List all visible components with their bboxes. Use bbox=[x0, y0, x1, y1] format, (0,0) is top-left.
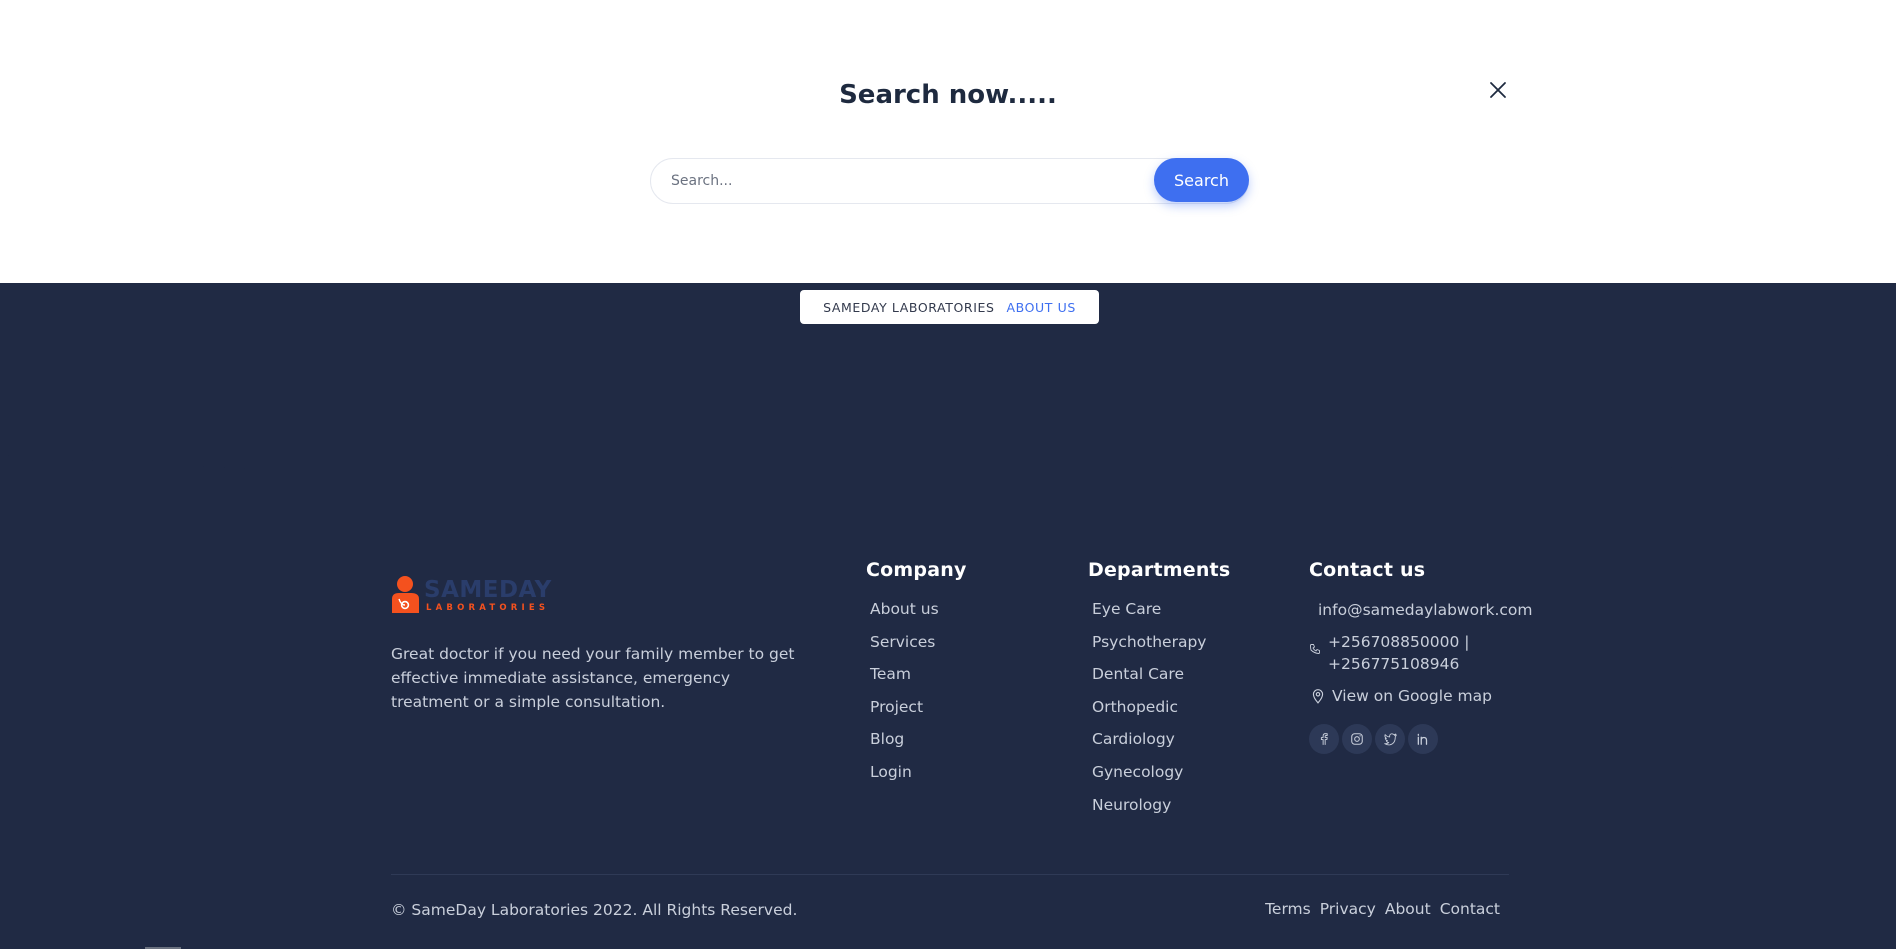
twitter-link[interactable] bbox=[1375, 724, 1405, 754]
about-text: Great doctor if you need your family mem… bbox=[391, 645, 795, 711]
facebook-icon bbox=[1320, 733, 1328, 745]
footer-divider bbox=[391, 874, 1509, 875]
linkedin-link[interactable] bbox=[1408, 724, 1438, 754]
close-button[interactable] bbox=[1486, 78, 1510, 102]
company-link-project[interactable]: Project bbox=[866, 697, 967, 730]
logo-name: SAMEDAY bbox=[424, 577, 552, 603]
facebook-link[interactable] bbox=[1309, 724, 1339, 754]
company-link-team[interactable]: Team bbox=[866, 664, 967, 697]
sameday-logo[interactable]: SAMEDAY LABORATORIES bbox=[391, 575, 561, 613]
company-link-services[interactable]: Services bbox=[866, 632, 967, 665]
instagram-icon bbox=[1351, 733, 1363, 745]
department-link-orthopedic[interactable]: Orthopedic bbox=[1088, 697, 1230, 730]
department-link-eye-care[interactable]: Eye Care bbox=[1088, 599, 1230, 632]
company-link-login[interactable]: Login bbox=[866, 762, 967, 795]
linkedin-icon bbox=[1417, 733, 1428, 745]
departments-heading: Departments bbox=[1088, 559, 1231, 581]
contact-phone-line-1: +256708850000 | bbox=[1328, 633, 1470, 651]
company-link-blog[interactable]: Blog bbox=[866, 729, 967, 762]
company-column: Company About us Services Team Project B… bbox=[866, 559, 967, 795]
logo-tagline: LABORATORIES bbox=[426, 603, 549, 613]
contact-heading: Contact us bbox=[1309, 559, 1426, 581]
department-link-cardiology[interactable]: Cardiology bbox=[1088, 729, 1230, 762]
legal-link-terms[interactable]: Terms bbox=[1265, 900, 1311, 918]
map-pin-icon bbox=[1312, 689, 1324, 704]
breadcrumb: SAMEDAY LABORATORIES ABOUT US bbox=[800, 290, 1099, 324]
contact-phone-line-2: +256775108946 bbox=[1328, 655, 1460, 673]
contact-column: Contact us info@samedaylabwork.com +2567… bbox=[1309, 559, 1532, 754]
department-link-neurology[interactable]: Neurology bbox=[1088, 795, 1230, 828]
legal-link-about[interactable]: About bbox=[1385, 900, 1431, 918]
company-heading: Company bbox=[866, 559, 967, 581]
search-form: Search bbox=[650, 158, 1249, 204]
legal-links: Terms Privacy About Contact bbox=[1265, 900, 1500, 918]
social-links bbox=[1309, 724, 1519, 754]
search-panel: Search now..... Search bbox=[0, 0, 1896, 283]
breadcrumb-home[interactable]: SAMEDAY LABORATORIES bbox=[823, 300, 994, 315]
hero-curve-divider bbox=[0, 455, 1896, 485]
instagram-link[interactable] bbox=[1342, 724, 1372, 754]
contact-map-label: View on Google map bbox=[1332, 687, 1492, 705]
contact-phone[interactable]: +256708850000 | +256775108946 bbox=[1309, 631, 1519, 675]
breadcrumb-current: ABOUT US bbox=[1006, 299, 1076, 315]
twitter-icon bbox=[1383, 733, 1397, 746]
close-icon bbox=[1490, 82, 1506, 98]
departments-column: Departments Eye Care Psychotherapy Denta… bbox=[1088, 559, 1230, 827]
search-title: Search now..... bbox=[839, 80, 1057, 110]
contact-email[interactable]: info@samedaylabwork.com bbox=[1309, 599, 1532, 621]
department-link-psychotherapy[interactable]: Psychotherapy bbox=[1088, 632, 1230, 665]
company-link-about-us[interactable]: About us bbox=[866, 599, 967, 632]
legal-link-privacy[interactable]: Privacy bbox=[1320, 900, 1376, 918]
legal-link-contact[interactable]: Contact bbox=[1440, 900, 1500, 918]
phone-icon bbox=[1310, 644, 1320, 654]
contact-map-link[interactable]: View on Google map bbox=[1309, 685, 1519, 707]
department-link-gynecology[interactable]: Gynecology bbox=[1088, 762, 1230, 795]
search-button[interactable]: Search bbox=[1154, 158, 1249, 202]
department-link-dental-care[interactable]: Dental Care bbox=[1088, 664, 1230, 697]
footer: SAMEDAY LABORATORIES Great doctor if you… bbox=[0, 497, 1896, 949]
copyright-text: © SameDay Laboratories 2022. All Rights … bbox=[391, 901, 798, 919]
